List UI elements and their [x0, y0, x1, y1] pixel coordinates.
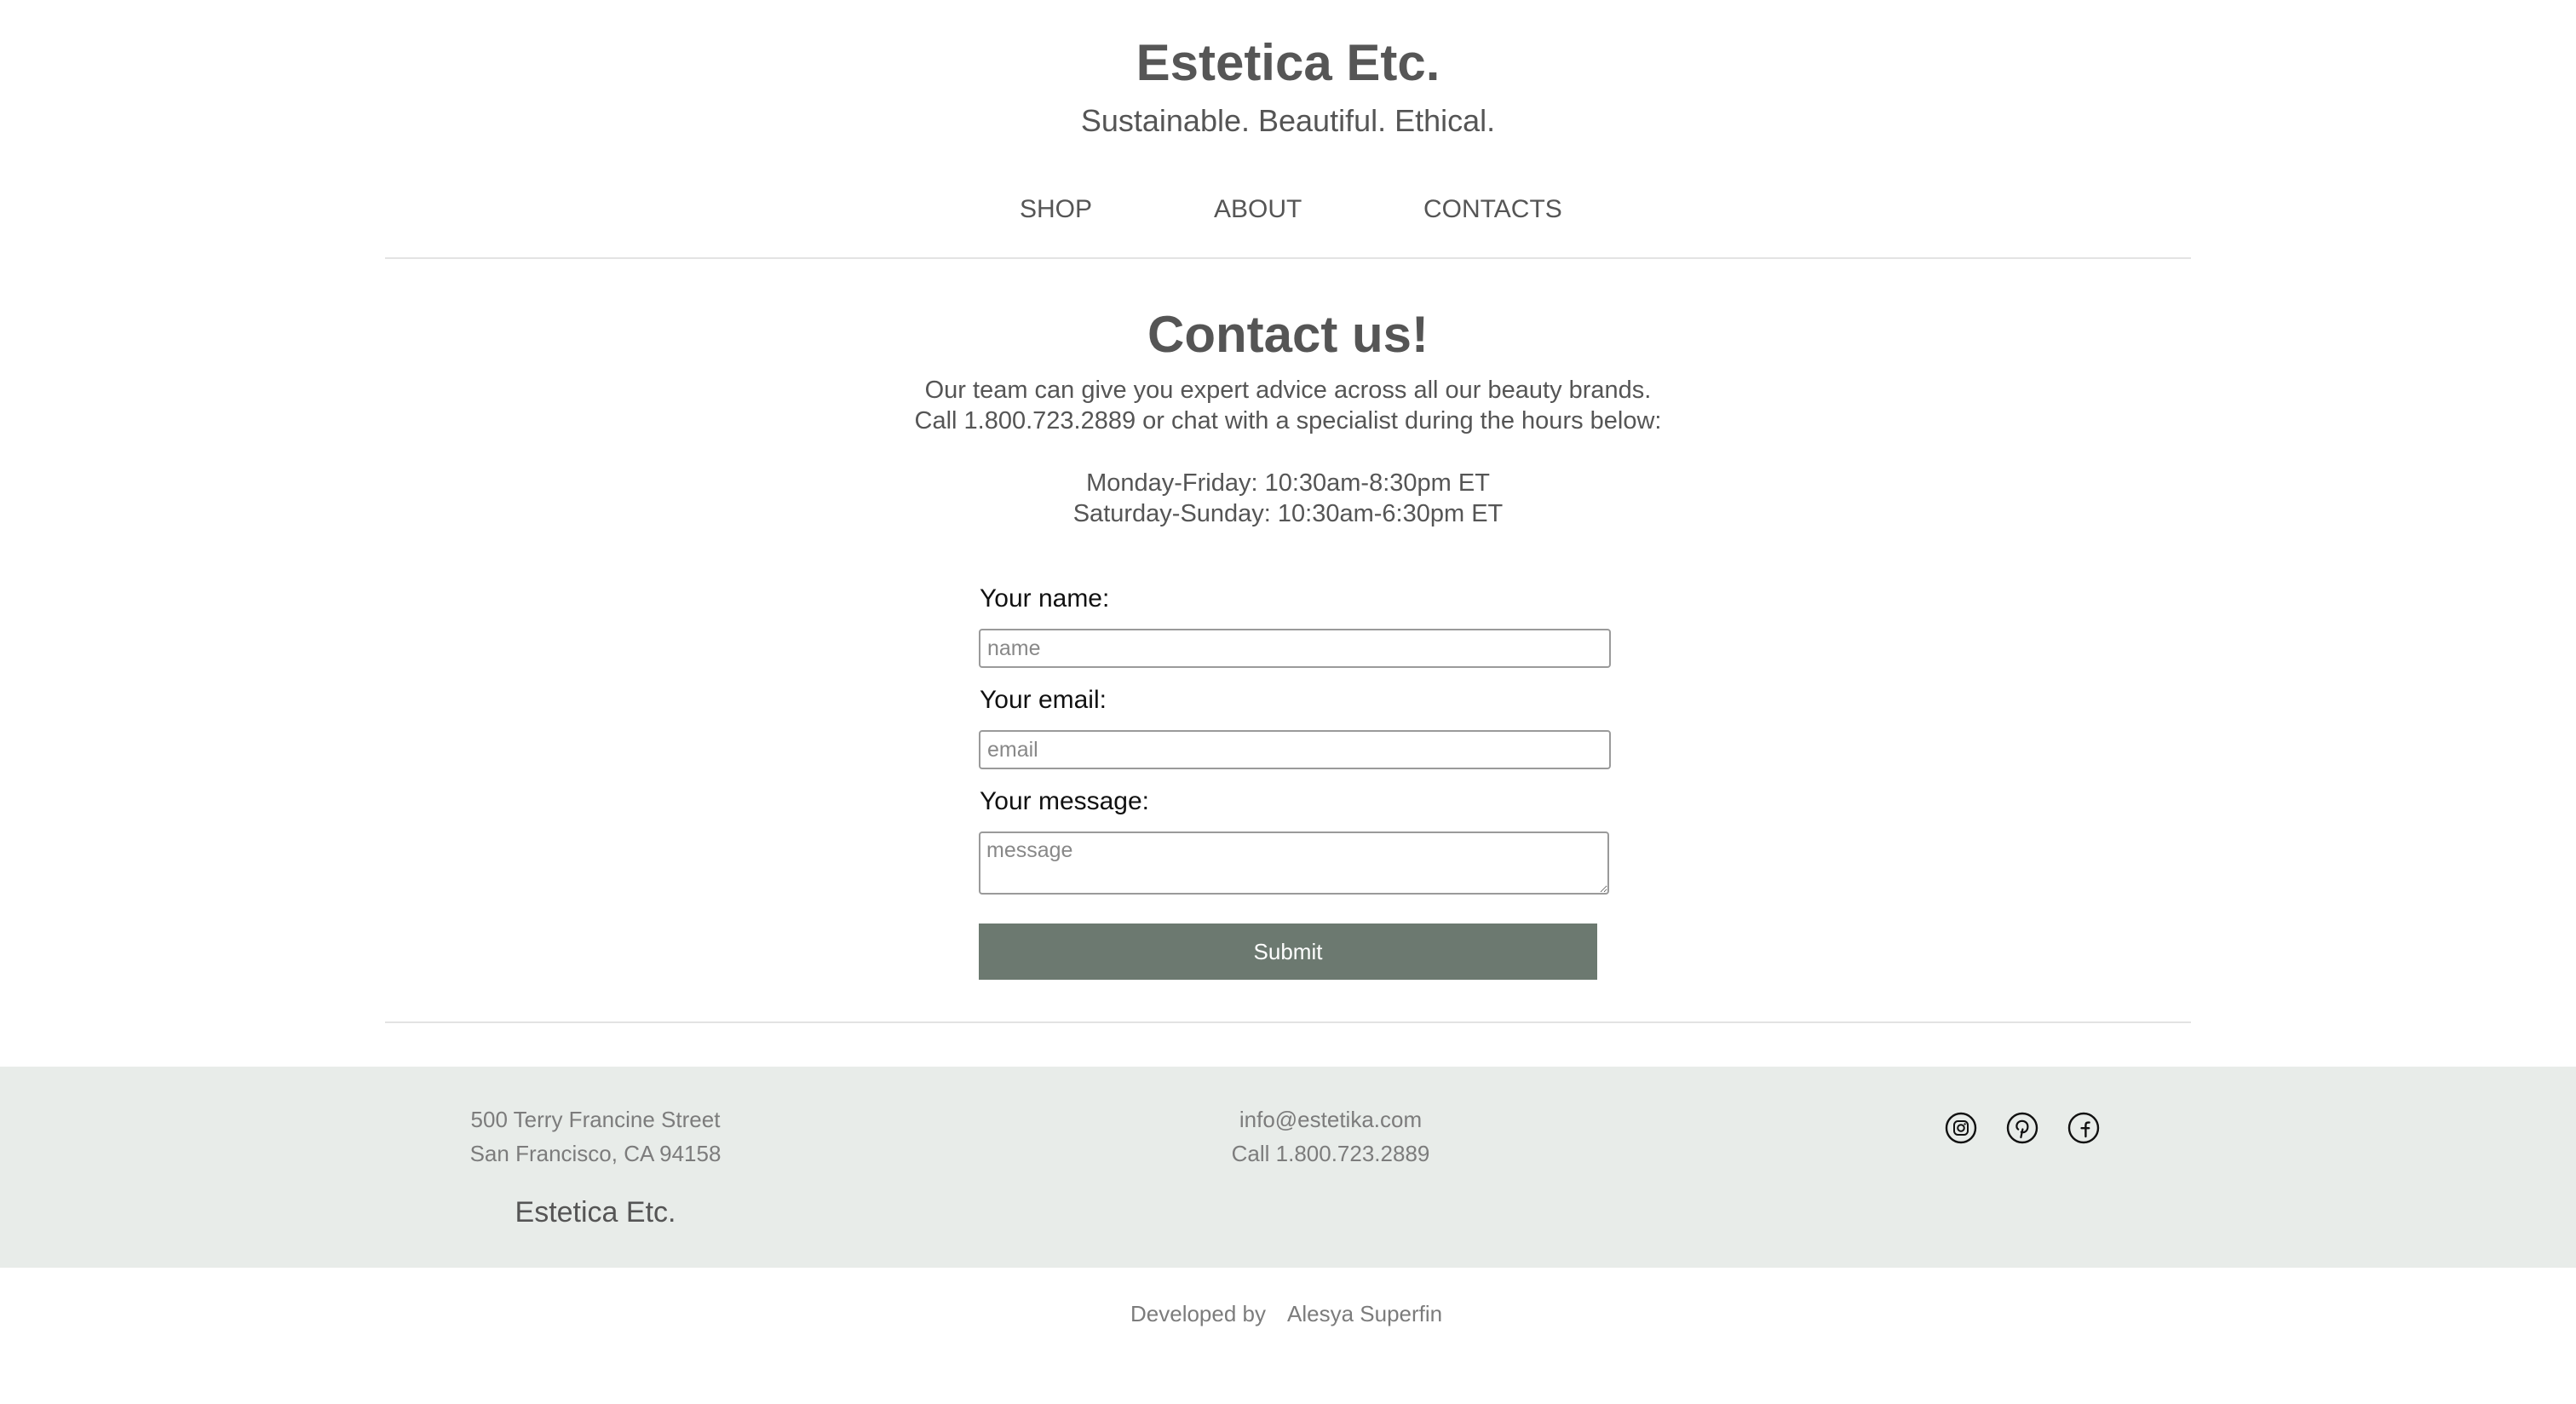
hours-weekend: Saturday-Sunday: 10:30am-6:30pm ET [1072, 500, 1504, 527]
developer-credit: Developed by Alesya Superfin [1130, 1298, 1442, 1329]
hours-weekdays: Monday-Friday: 10:30am-8:30pm ET [1086, 469, 1490, 497]
footer-address-line-2: San Francisco, CA 94158 [469, 1141, 722, 1166]
site-title[interactable]: Estetica Etc. [0, 32, 2576, 94]
credit-author-link[interactable]: Alesya Superfin [1287, 1301, 1442, 1326]
name-label: Your name: [980, 584, 1110, 613]
email-label: Your email: [980, 686, 1107, 714]
name-input[interactable] [979, 629, 1611, 668]
header-divider [385, 257, 2191, 259]
footer-email-link[interactable]: info@estetika.com [1118, 1102, 1544, 1136]
site-header: Estetica Etc. Sustainable. Beautiful. Et… [0, 0, 2576, 261]
main-nav: SHOP ABOUT CONTACTS [0, 189, 2576, 230]
site-footer: 500 Terry Francine Street San Francisco,… [0, 1067, 2576, 1268]
credit-prefix: Developed by [1130, 1301, 1266, 1326]
footer-brand: Estetica Etc. [515, 1196, 676, 1228]
nav-item-shop[interactable]: SHOP [1020, 189, 1092, 230]
nav-item-about[interactable]: ABOUT [1214, 189, 1302, 230]
site-tagline: Sustainable. Beautiful. Ethical. [1080, 103, 1496, 138]
submit-button[interactable]: Submit [979, 924, 1597, 980]
pinterest-icon[interactable] [2005, 1111, 2039, 1145]
intro-text-line-1: Our team can give you expert advice acro… [924, 377, 1652, 404]
nav-item-contacts[interactable]: CONTACTS [1423, 189, 1562, 230]
page-title: Contact us! [1147, 306, 1429, 363]
footer-address-line-1: 500 Terry Francine Street [470, 1107, 721, 1132]
message-textarea[interactable] [979, 831, 1609, 895]
message-label: Your message: [980, 787, 1150, 815]
footer-phone: Call 1.800.723.2889 [1231, 1141, 1430, 1166]
content-divider [385, 1021, 2191, 1023]
facebook-icon[interactable] [2067, 1111, 2101, 1145]
instagram-icon[interactable] [1944, 1111, 1978, 1145]
intro-text-line-2: Call 1.800.723.2889 or chat with a speci… [914, 407, 1662, 434]
email-input[interactable] [979, 730, 1611, 769]
